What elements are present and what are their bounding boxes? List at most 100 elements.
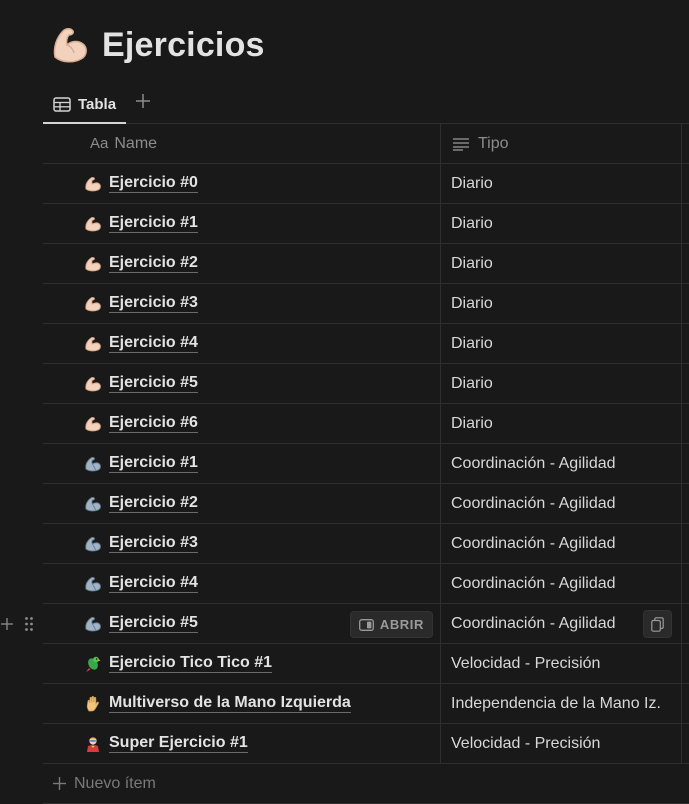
name-cell[interactable]: Ejercicio #2 [43,244,441,283]
row-title[interactable]: Ejercicio #5 [109,614,198,633]
text-lines-icon [453,137,469,151]
tipo-value: Diario [451,254,493,272]
tipo-cell[interactable]: Independencia de la Mano Iz. [442,684,682,723]
tipo-cell[interactable]: Coordinación - Agilidad [442,484,682,523]
row-title[interactable]: Ejercicio #0 [109,174,198,193]
table-row[interactable]: Ejercicio #2 Coordinación - Agilidad [43,484,689,524]
tipo-cell[interactable]: Coordinación - Agilidad [442,564,682,603]
mechanical-arm-icon[interactable] [83,574,102,593]
table-row[interactable]: Super Ejercicio #1 Velocidad - Precisión [43,724,689,764]
tipo-value: Coordinación - Agilidad [451,574,616,592]
tipo-cell[interactable]: Diario [442,284,682,323]
table-row[interactable]: Multiverso de la Mano Izquierda Independe… [43,684,689,724]
raised-hand-icon[interactable] [83,694,102,713]
tipo-value: Coordinación - Agilidad [451,494,616,512]
name-cell[interactable]: Ejercicio #5 [43,364,441,403]
tipo-value: Coordinación - Agilidad [451,614,616,632]
name-cell[interactable]: Ejercicio #2 [43,484,441,523]
open-page-label: ABRIR [379,617,424,632]
column-header-tipo[interactable]: Tipo [442,124,682,163]
tipo-cell[interactable]: Diario [442,244,682,283]
superhero-icon[interactable] [83,734,102,753]
name-cell[interactable]: Ejercicio #0 [43,164,441,203]
row-title[interactable]: Ejercicio #5 [109,374,198,393]
name-cell[interactable]: Ejercicio #5 ABRIR [43,604,441,643]
parrot-icon[interactable] [83,654,102,673]
name-cell[interactable]: Ejercicio Tico Tico #1 [43,644,441,683]
tipo-cell[interactable]: Diario [442,404,682,443]
tipo-cell[interactable]: Velocidad - Precisión [442,644,682,683]
table-row[interactable]: Ejercicio Tico Tico #1 Velocidad - Precis… [43,644,689,684]
row-title[interactable]: Ejercicio #2 [109,254,198,273]
tipo-cell[interactable]: Diario [442,164,682,203]
name-cell[interactable]: Ejercicio #4 [43,324,441,363]
drag-handle-icon[interactable] [24,616,34,632]
table-row[interactable]: Ejercicio #3 Diario [43,284,689,324]
name-cell[interactable]: Multiverso de la Mano Izquierda [43,684,441,723]
table-row[interactable]: Ejercicio #4 Diario [43,324,689,364]
side-peek-icon [358,618,374,631]
name-cell[interactable]: Ejercicio #4 [43,564,441,603]
tipo-cell[interactable]: Coordinación - Agilidad [442,524,682,563]
name-cell[interactable]: Super Ejercicio #1 [43,724,441,763]
tipo-value: Diario [451,334,493,352]
plus-icon [52,776,67,791]
table-row[interactable]: Ejercicio #1 Coordinación - Agilidad [43,444,689,484]
tipo-cell[interactable]: Coordinación - Agilidad [442,604,682,643]
tipo-cell[interactable]: Diario [442,204,682,243]
mechanical-arm-icon[interactable] [83,534,102,553]
table-row[interactable]: Ejercicio #3 Coordinación - Agilidad [43,524,689,564]
flexed-biceps-light-icon[interactable] [83,174,102,193]
new-item-label: Nuevo ítem [74,774,156,792]
row-title[interactable]: Ejercicio #6 [109,414,198,433]
table-row[interactable]: Ejercicio #6 Diario [43,404,689,444]
flexed-biceps-light-icon[interactable] [83,414,102,433]
row-title[interactable]: Ejercicio #1 [109,214,198,233]
tipo-value: Velocidad - Precisión [451,654,601,672]
mechanical-arm-icon[interactable] [83,494,102,513]
tab-tabla[interactable]: Tabla [43,86,127,124]
name-cell[interactable]: Ejercicio #1 [43,444,441,483]
tipo-cell[interactable]: Diario [442,324,682,363]
flexed-biceps-light-icon[interactable] [83,334,102,353]
add-view-button[interactable] [132,90,154,112]
open-page-button[interactable]: ABRIR [349,611,433,638]
row-title[interactable]: Ejercicio Tico Tico #1 [109,654,273,673]
table-row[interactable]: Ejercicio #5 ABRIR Coordinación - Agilidad [1,604,689,644]
row-title[interactable]: Super Ejercicio #1 [109,734,248,753]
flexed-biceps-light-icon[interactable] [83,254,102,273]
flexed-biceps-light-icon[interactable] [83,214,102,233]
row-title[interactable]: Ejercicio #3 [109,534,198,553]
flexed-biceps-light-icon[interactable] [83,294,102,313]
tipo-cell[interactable]: Diario [442,364,682,403]
name-cell[interactable]: Ejercicio #3 [43,524,441,563]
column-header-name[interactable]: Aa Name [43,124,441,163]
copy-button[interactable] [643,610,672,638]
tipo-value: Coordinación - Agilidad [451,534,616,552]
row-title[interactable]: Ejercicio #4 [109,334,198,353]
row-title[interactable]: Ejercicio #4 [109,574,198,593]
row-title[interactable]: Ejercicio #3 [109,294,198,313]
table-row[interactable]: Ejercicio #0 Diario [43,164,689,204]
tipo-value: Diario [451,214,493,232]
name-cell[interactable]: Ejercicio #3 [43,284,441,323]
flexed-biceps-icon[interactable] [46,22,92,68]
row-title[interactable]: Ejercicio #2 [109,494,198,513]
row-title[interactable]: Multiverso de la Mano Izquierda [109,694,351,713]
tipo-cell[interactable]: Coordinación - Agilidad [442,444,682,483]
tipo-cell[interactable]: Velocidad - Precisión [442,724,682,763]
name-cell[interactable]: Ejercicio #1 [43,204,441,243]
new-item-button[interactable]: Nuevo ítem [43,764,689,804]
tab-label: Tabla [78,95,117,113]
table-row[interactable]: Ejercicio #5 Diario [43,364,689,404]
table-row[interactable]: Ejercicio #4 Coordinación - Agilidad [43,564,689,604]
mechanical-arm-icon[interactable] [83,614,102,633]
name-cell[interactable]: Ejercicio #6 [43,404,441,443]
mechanical-arm-icon[interactable] [83,454,102,473]
tipo-value: Diario [451,294,493,312]
add-row-icon[interactable] [0,617,14,631]
table-row[interactable]: Ejercicio #1 Diario [43,204,689,244]
table-row[interactable]: Ejercicio #2 Diario [43,244,689,284]
row-title[interactable]: Ejercicio #1 [109,454,198,473]
flexed-biceps-light-icon[interactable] [83,374,102,393]
